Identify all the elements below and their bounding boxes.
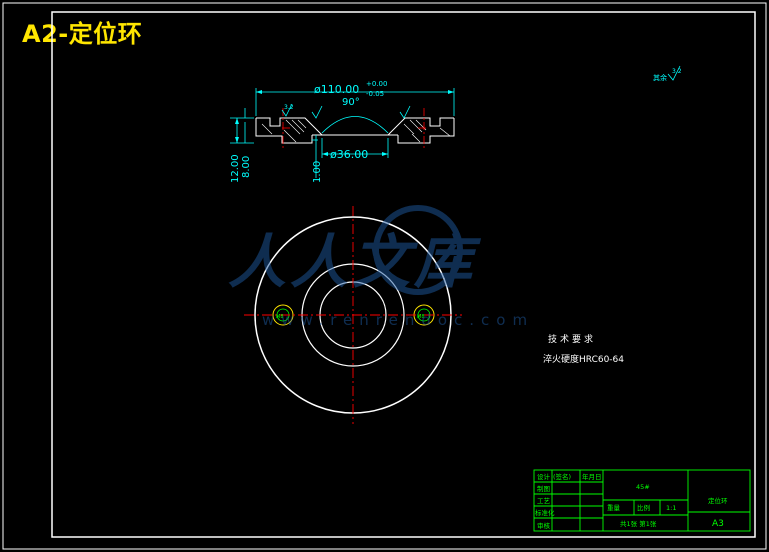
tb-row-review: 审核: [537, 521, 551, 530]
dim-inner-diameter: ø36.00: [330, 148, 368, 161]
tb-sheet-size: A3: [712, 519, 724, 529]
tb-col-date: 年月日: [582, 472, 602, 481]
watermark: 人人文库 www.renrendoc.com: [228, 205, 534, 329]
general-roughness-note: 其余: [653, 73, 667, 82]
watermark-text: 人人文库: [228, 228, 482, 296]
tb-row-design: 设计: [537, 472, 551, 481]
tech-requirements-heading: 技术要求: [548, 333, 596, 345]
tb-material: 45#: [636, 483, 650, 491]
section-view: ø110.00 +0.00 -0.05 90° ø36.00 12.00 8.0…: [230, 80, 455, 183]
dim-small: 1.00: [312, 161, 323, 183]
dim-outer-diameter: ø110.00: [314, 83, 359, 96]
tb-scale-value: 1:1: [666, 504, 676, 512]
cad-drawing: ø110.00 +0.00 -0.05 90° ø36.00 12.00 8.0…: [2, 2, 767, 550]
tb-col-signature: (签名): [553, 472, 571, 481]
tb-weight-label: 重量: [607, 504, 621, 512]
tb-sheets: 共1张 第1张: [620, 519, 657, 528]
tb-part-name: 定位环: [708, 496, 728, 505]
dim-height-inner: 8.00: [241, 156, 252, 178]
tb-row-process: 工艺: [537, 497, 551, 505]
watermark-url: www.renrendoc.com: [262, 311, 534, 329]
general-roughness: 其余 3.2: [653, 65, 682, 82]
dim-angle: 90°: [342, 97, 360, 108]
tb-scale-label: 比例: [637, 503, 650, 512]
tech-requirements-line1: 淬火硬度HRC60-64: [543, 353, 624, 365]
dim-outer-tol-plus: +0.00: [366, 80, 387, 88]
tech-requirements: 技术要求 淬火硬度HRC60-64: [543, 333, 624, 365]
tb-row-drawn: 制图: [537, 484, 550, 493]
title-block: 设计 制图 工艺 标准化 审核 (签名) 年月日 45# 重量 比例 1:1 共…: [533, 469, 751, 532]
dim-outer-tol-minus: -0.05: [366, 90, 384, 98]
roughness-left-label: 3.2: [284, 104, 294, 111]
tb-row-standard: 标准化: [535, 508, 555, 517]
dim-height-total: 12.00: [230, 154, 241, 183]
general-roughness-value: 3.2: [672, 68, 682, 75]
